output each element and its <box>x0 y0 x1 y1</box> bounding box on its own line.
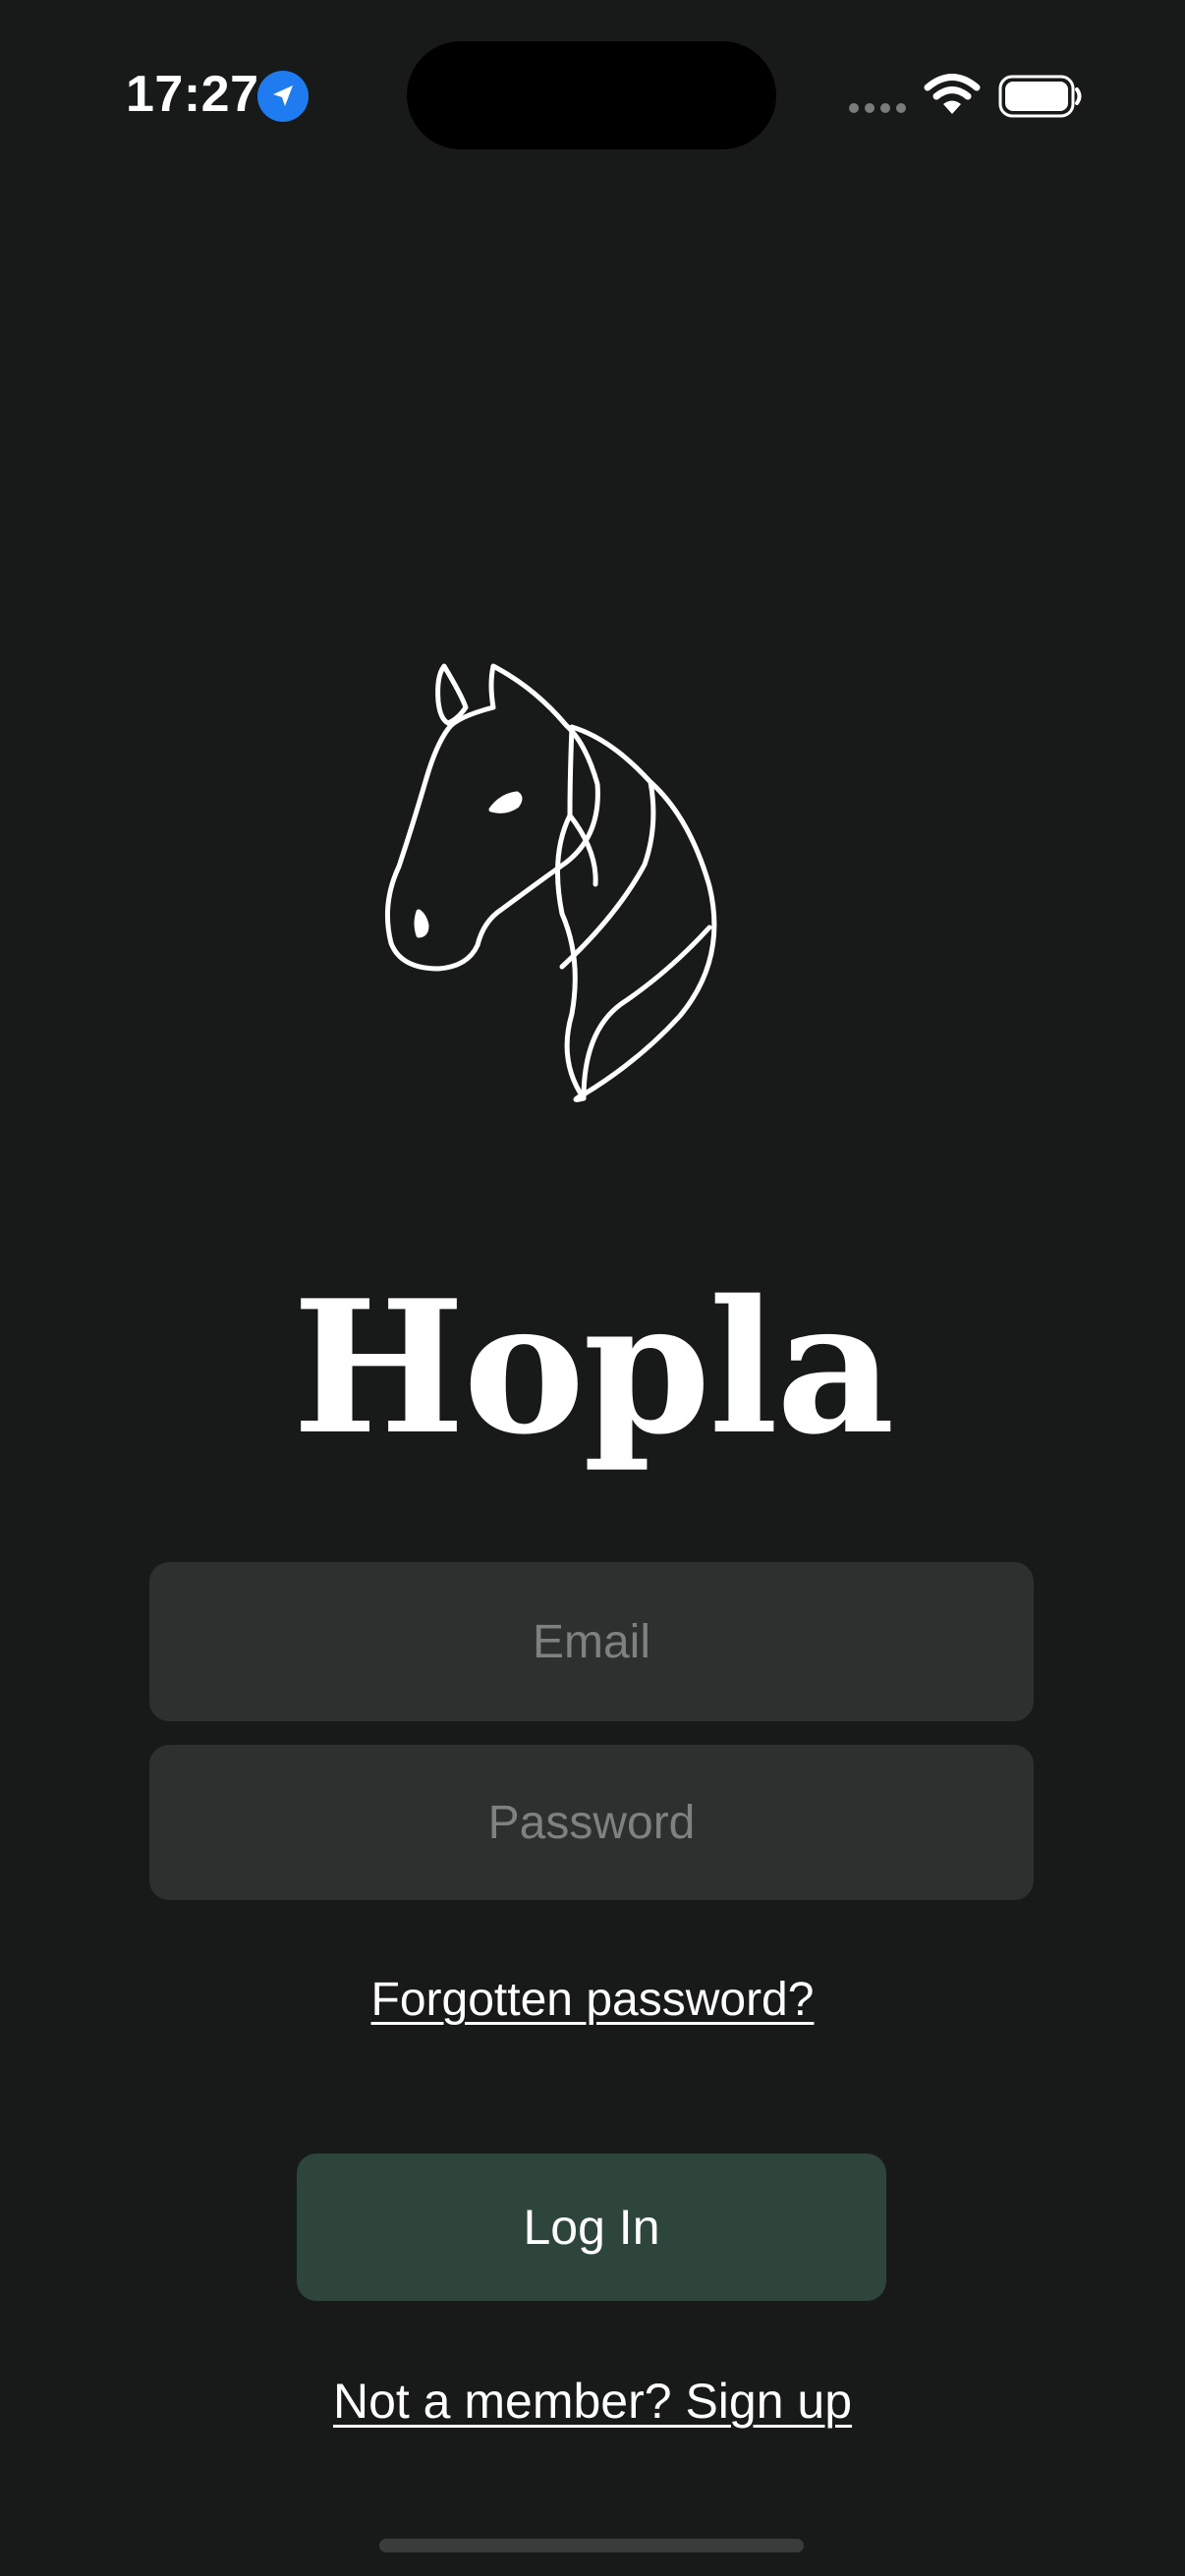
email-field[interactable] <box>149 1562 1034 1721</box>
cellular-signal-icon <box>849 103 908 115</box>
home-indicator[interactable] <box>379 2539 804 2552</box>
wifi-icon <box>924 74 981 114</box>
horse-head-icon <box>373 658 776 1149</box>
signup-link[interactable]: Not a member? Sign up <box>0 2372 1185 2431</box>
login-button[interactable]: Log In <box>297 2154 886 2301</box>
app-title: Hopla <box>292 1260 894 1475</box>
location-arrow-icon <box>257 71 309 122</box>
battery-icon <box>998 75 1082 118</box>
status-time: 17:27 <box>126 66 259 123</box>
password-field[interactable] <box>149 1745 1034 1900</box>
forgot-password-link[interactable]: Forgotten password? <box>0 1971 1185 2030</box>
status-bar: 17:27 <box>0 0 1185 196</box>
dynamic-island <box>407 41 776 149</box>
